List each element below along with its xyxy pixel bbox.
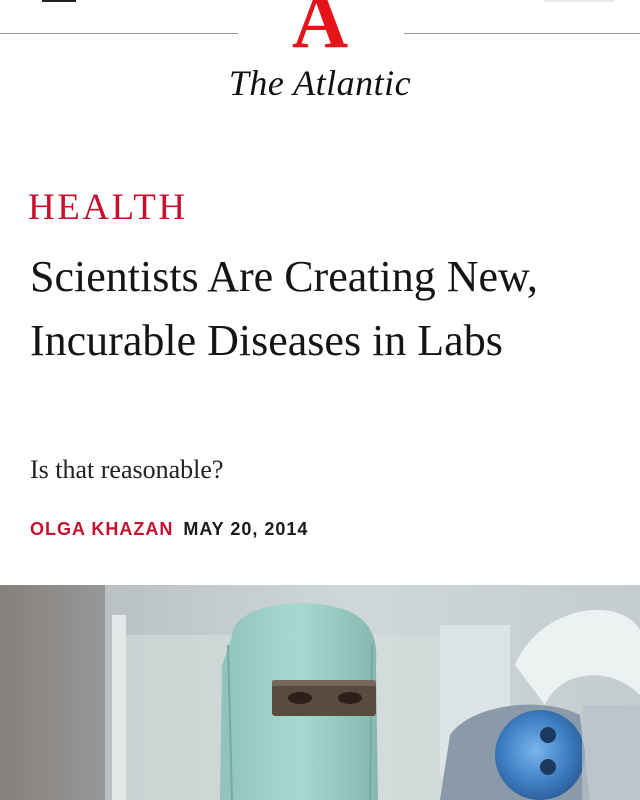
article-dek: Is that reasonable?: [30, 455, 224, 484]
hero-image: [0, 585, 640, 800]
hamburger-menu-icon[interactable]: [42, 0, 76, 8]
author-link[interactable]: OLGA KHAZAN: [30, 519, 173, 539]
header-divider-right: [404, 33, 640, 34]
section-label-health[interactable]: HEALTH: [28, 186, 188, 230]
article-headline: Scientists Are Creating New, Incurable D…: [30, 252, 538, 365]
publish-date: MAY 20, 2014: [183, 519, 309, 539]
header-divider-left: [0, 33, 238, 34]
atlantic-wordmark[interactable]: The Atlantic: [200, 58, 440, 108]
header-account-link[interactable]: [544, 0, 614, 2]
article-byline: OLGA KHAZAN MAY 20, 2014: [30, 516, 308, 542]
atlantic-logo-mark[interactable]: A: [280, 0, 360, 60]
